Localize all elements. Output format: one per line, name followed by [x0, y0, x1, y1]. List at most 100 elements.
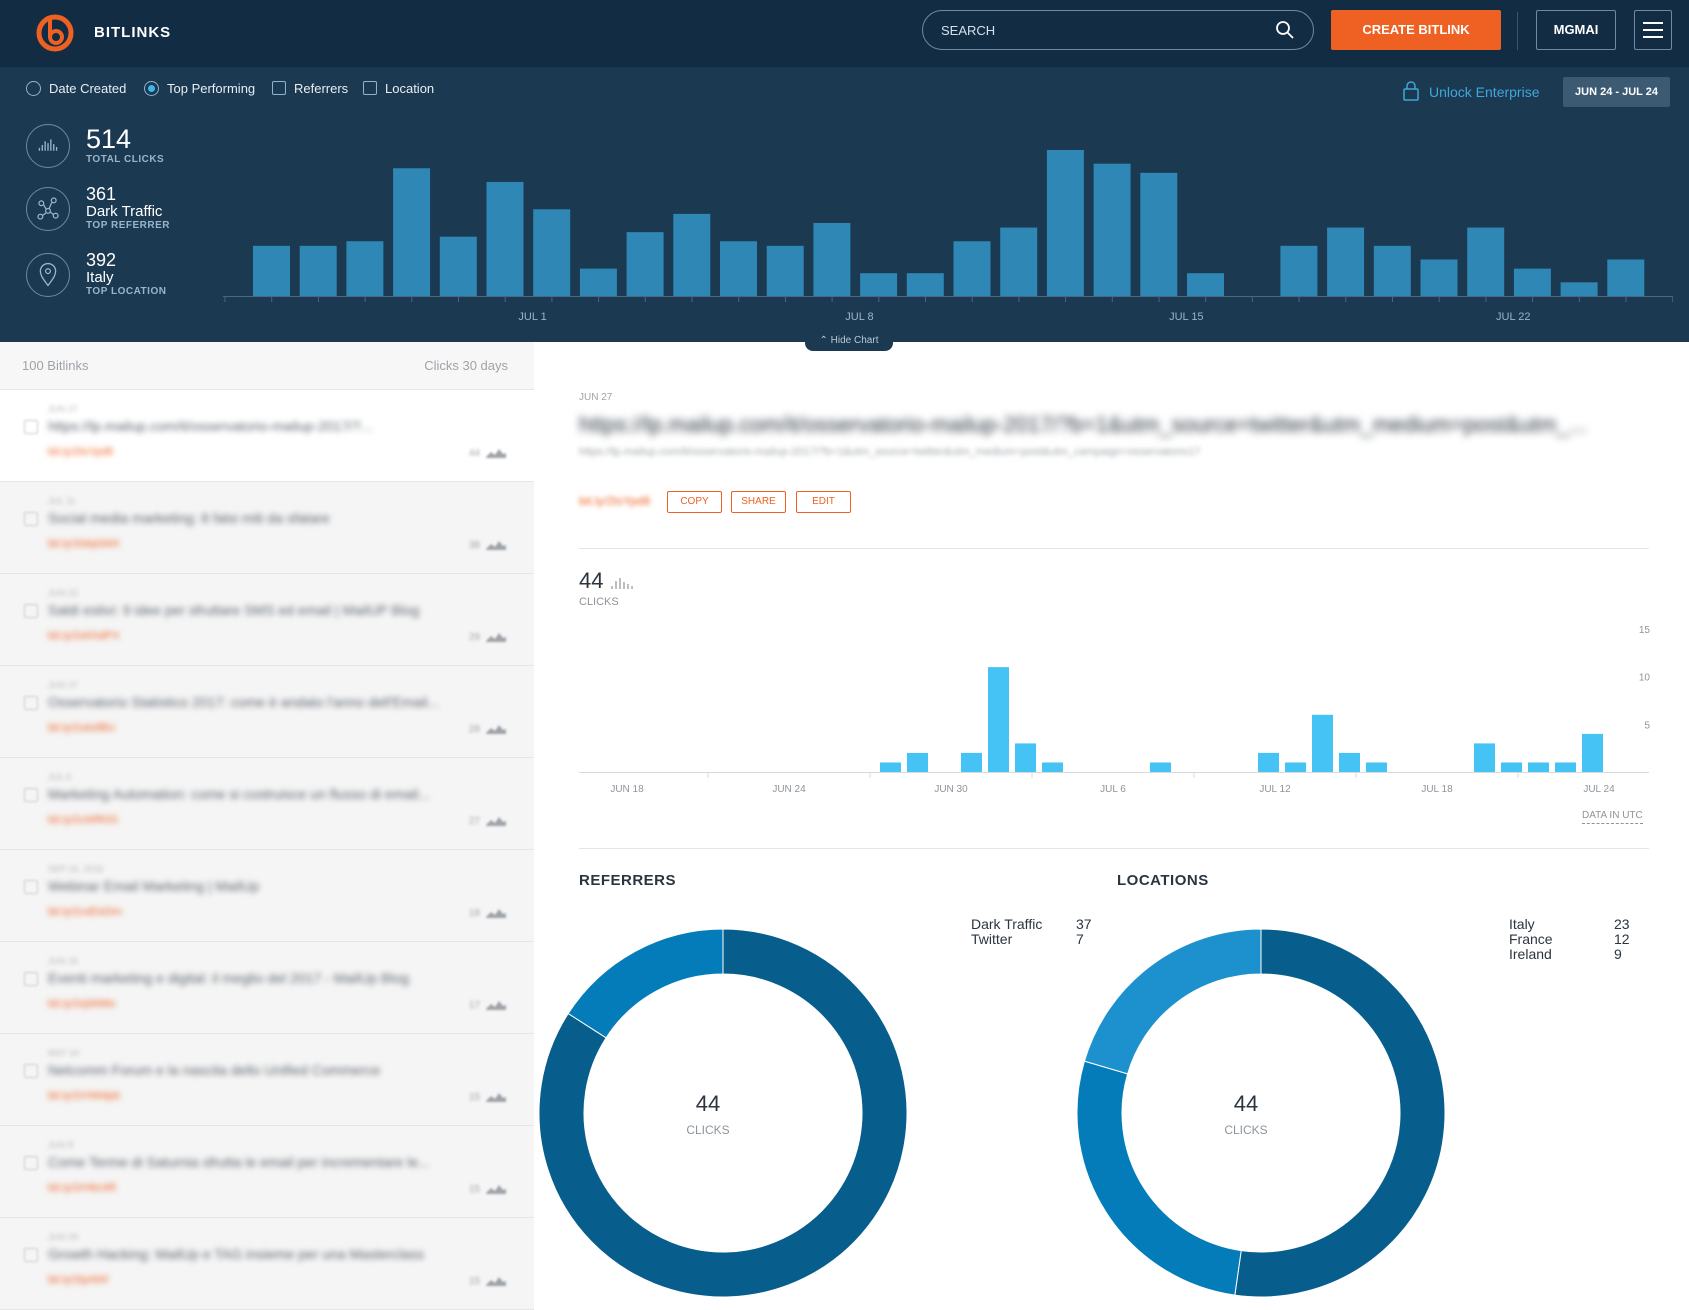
chart-bar[interactable]: [880, 762, 901, 772]
list-item[interactable]: JUN 27 https://lp.mailup.com/it/osservato…: [0, 390, 534, 482]
search-box[interactable]: [922, 10, 1314, 50]
chart-bar[interactable]: [860, 273, 898, 296]
chart-bar[interactable]: [1000, 227, 1038, 296]
chart-bar[interactable]: [961, 752, 982, 772]
chart-bar[interactable]: [1140, 172, 1178, 296]
create-bitlink-button[interactable]: CREATE BITLINK: [1331, 10, 1501, 50]
list-item-short-link[interactable]: bit.ly/2cdDsDm: [48, 906, 122, 918]
checkbox-icon[interactable]: [24, 788, 38, 802]
list-item-title[interactable]: Osservatorio Statistico 2017: come è and…: [48, 694, 439, 710]
chart-bar[interactable]: [1373, 245, 1411, 296]
list-item-short-link[interactable]: bit.ly/2uWfKtG: [48, 814, 118, 826]
chart-bar[interactable]: [533, 209, 571, 296]
search-icon[interactable]: [1275, 20, 1295, 40]
list-item[interactable]: JUN 22 Saldi estivi: 9 idee per sfruttare…: [0, 574, 534, 666]
chart-bar[interactable]: [720, 241, 757, 296]
chart-bar[interactable]: [1042, 762, 1063, 772]
list-item-short-link[interactable]: bit.ly/2tdqGMX: [48, 538, 120, 550]
chart-bar[interactable]: [1513, 268, 1551, 296]
donut-slice[interactable]: [1234, 928, 1446, 1298]
checkbox-icon[interactable]: [24, 512, 38, 526]
checkbox-icon[interactable]: [24, 880, 38, 894]
chart-bar[interactable]: [1150, 762, 1171, 772]
list-item-short-link[interactable]: bit.ly/2tsYpd8: [48, 446, 113, 458]
chart-bar[interactable]: [1312, 714, 1333, 772]
chart-bar[interactable]: [439, 236, 477, 296]
list-item-title[interactable]: Eventi marketing e digital: il meglio de…: [48, 970, 409, 986]
list-item[interactable]: SEP 15, 2016 Webinar Email Marketing | Ma…: [0, 850, 534, 942]
chart-bar[interactable]: [1339, 752, 1360, 772]
radio-selected-icon[interactable]: [144, 81, 159, 96]
chart-bar[interactable]: [1285, 762, 1306, 772]
list-item-title[interactable]: Netcomm Forum e la nascita dello Unified…: [48, 1062, 380, 1078]
edit-button[interactable]: EDIT: [796, 491, 851, 513]
donut-slice[interactable]: [1083, 928, 1262, 1075]
checkbox-icon[interactable]: [24, 1064, 38, 1078]
list-item-short-link[interactable]: bit.ly/2sKhdPX: [48, 630, 120, 642]
donut-slice[interactable]: [567, 928, 724, 1039]
chart-bar[interactable]: [988, 667, 1009, 772]
chart-bar[interactable]: [1528, 762, 1549, 772]
chart-bar[interactable]: [766, 245, 804, 296]
chart-bar[interactable]: [1467, 227, 1505, 296]
clicks-sort-label[interactable]: Clicks 30 days: [424, 358, 508, 373]
list-item-short-link[interactable]: bit.ly/2rHWdpb: [48, 1090, 120, 1102]
copy-button[interactable]: COPY: [667, 491, 722, 513]
chart-bar[interactable]: [1046, 150, 1084, 296]
detail-title[interactable]: https://lp.mailup.com/it/osservatorio-ma…: [579, 412, 1649, 438]
chart-bar[interactable]: [1366, 762, 1387, 772]
chart-bar[interactable]: [1582, 733, 1603, 772]
chart-bar[interactable]: [1187, 273, 1224, 296]
user-menu-button[interactable]: MGMAI: [1536, 10, 1616, 50]
chart-bar[interactable]: [1555, 762, 1576, 772]
list-item-title[interactable]: Social media marketing: 8 falsi miti da …: [48, 510, 330, 526]
list-item-title[interactable]: Come Terme di Saturnia sfrutta le email …: [48, 1154, 430, 1170]
checkbox-icon[interactable]: [24, 420, 38, 434]
chart-bar[interactable]: [1258, 752, 1279, 772]
list-item-title[interactable]: Marketing Automation: come si costruisce…: [48, 786, 430, 802]
chart-bar[interactable]: [953, 241, 991, 296]
chart-bar[interactable]: [1015, 743, 1036, 772]
legend-row[interactable]: Ireland 9: [1509, 947, 1622, 962]
list-item-short-link[interactable]: bit.ly/2uksfBU: [48, 722, 115, 734]
list-item-title[interactable]: Saldi estivi: 9 idee per sfruttare SMS e…: [48, 602, 419, 618]
list-item[interactable]: JUL 6 Marketing Automation: come si costr…: [0, 758, 534, 850]
hamburger-menu-icon[interactable]: [1634, 10, 1672, 50]
list-item[interactable]: JUN 8 Come Terme di Saturnia sfrutta le e…: [0, 1126, 534, 1218]
search-input[interactable]: [941, 19, 1261, 41]
chart-bar[interactable]: [813, 223, 851, 296]
detail-long-url[interactable]: https://lp.mailup.com/it/osservatorio-ma…: [579, 446, 1200, 458]
chart-bar[interactable]: [906, 273, 944, 296]
radio-icon[interactable]: [26, 81, 41, 96]
chart-bar[interactable]: [1474, 743, 1495, 772]
share-button[interactable]: SHARE: [731, 491, 786, 513]
list-item-title[interactable]: Webinar Email Marketing | MailUp: [48, 878, 259, 894]
chart-bar[interactable]: [299, 245, 337, 296]
chart-bar[interactable]: [673, 213, 711, 296]
chart-bar[interactable]: [346, 241, 384, 296]
chart-bar[interactable]: [1280, 245, 1318, 296]
donut-slice[interactable]: [1076, 1060, 1242, 1296]
list-item[interactable]: JUN 27 Osservatorio Statistico 2017: come…: [0, 666, 534, 758]
list-item-title[interactable]: https://lp.mailup.com/it/osservatorio-ma…: [48, 418, 372, 434]
detail-short-link[interactable]: bit.ly/2tsYpd8: [579, 494, 650, 508]
chart-bar[interactable]: [486, 181, 524, 296]
list-item[interactable]: JUN 29 Growth Hacking: MailUp e TAG insie…: [0, 1218, 534, 1310]
checkbox-icon[interactable]: [24, 604, 38, 618]
chart-bar[interactable]: [579, 268, 617, 296]
legend-row[interactable]: Italy 23: [1509, 917, 1630, 932]
checkbox-icon[interactable]: [24, 1156, 38, 1170]
filter-date-created[interactable]: Date Created: [26, 81, 126, 96]
list-item-short-link[interactable]: bit.ly/2rHbUtR: [48, 1182, 116, 1194]
chart-bar[interactable]: [907, 752, 928, 772]
chart-bar[interactable]: [1607, 259, 1645, 297]
checkbox-icon[interactable]: [24, 1248, 38, 1262]
chart-bar[interactable]: [1420, 259, 1458, 297]
list-item[interactable]: JUN 15 Eventi marketing e digital: il meg…: [0, 942, 534, 1034]
list-item-short-link[interactable]: bit.ly/2tprbhf: [48, 1274, 108, 1286]
brand-title[interactable]: BITLINKS: [94, 24, 171, 41]
chart-bar[interactable]: [1501, 762, 1522, 772]
chart-bar[interactable]: [1327, 227, 1365, 296]
data-in-utc-link[interactable]: DATA IN UTC: [1582, 810, 1643, 824]
legend-row[interactable]: France 12: [1509, 932, 1630, 947]
